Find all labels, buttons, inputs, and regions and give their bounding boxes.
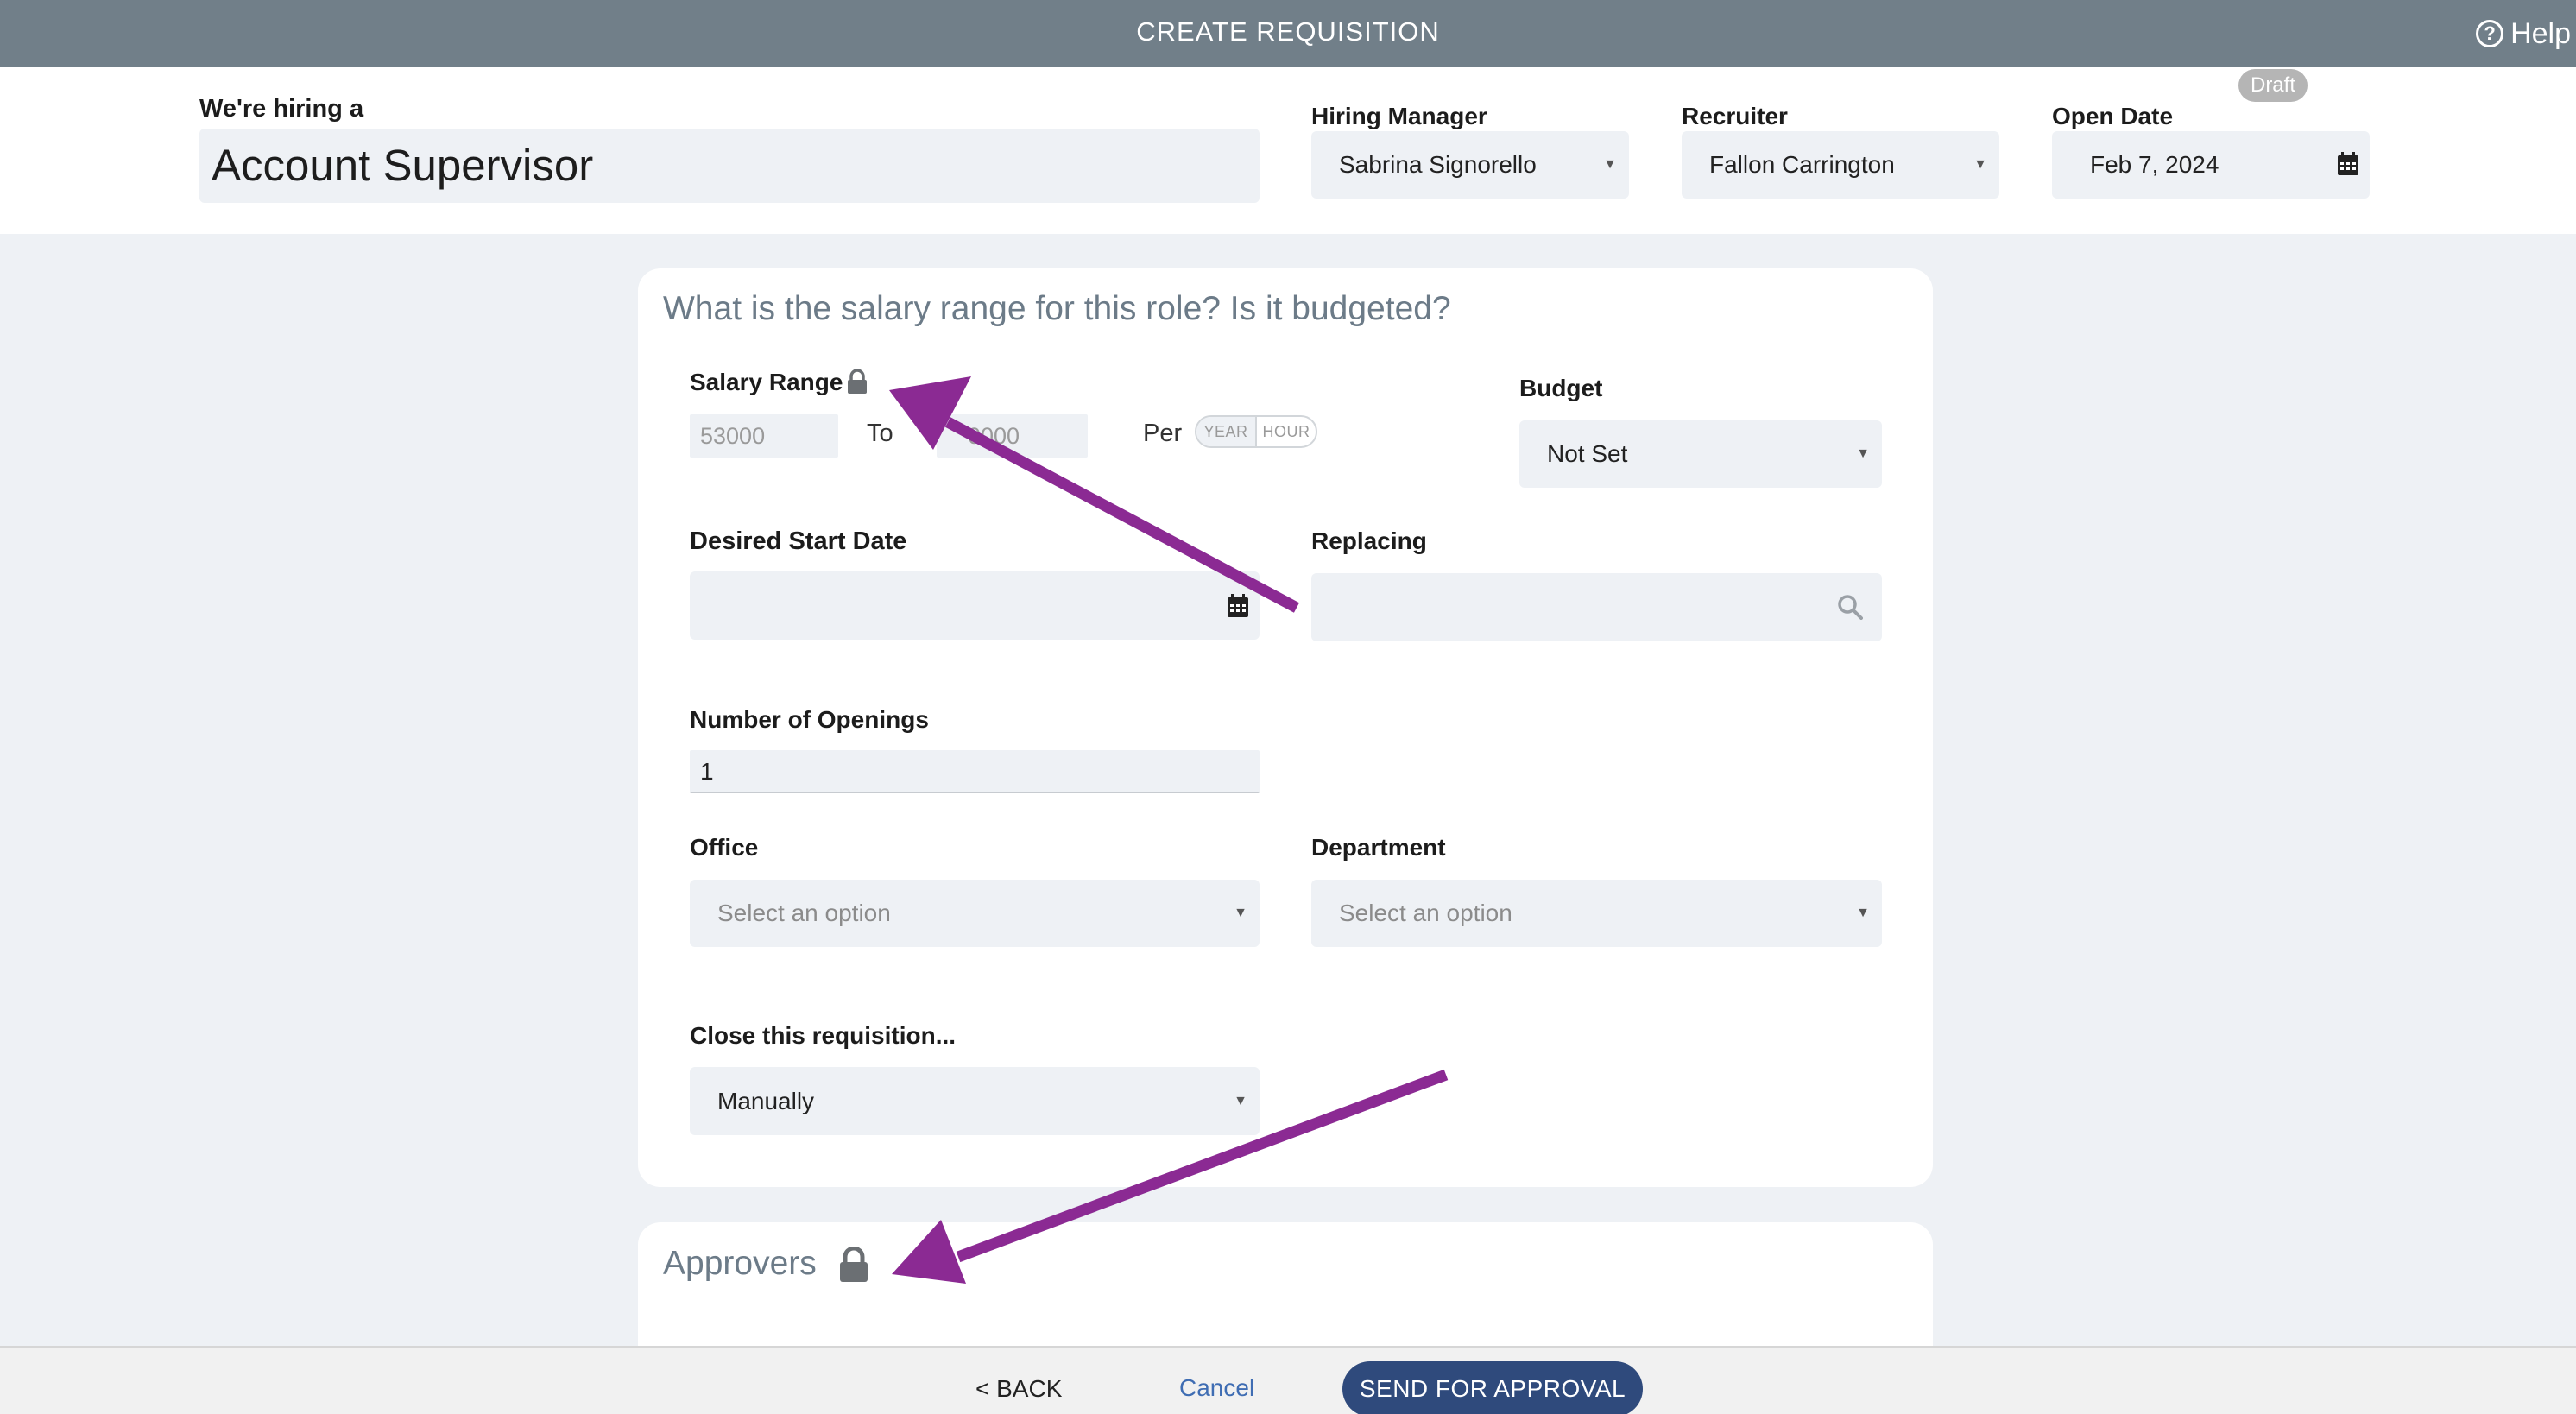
- replacing-search-input[interactable]: [1311, 573, 1882, 641]
- desired-start-date-input[interactable]: [690, 571, 1260, 640]
- office-label: Office: [690, 834, 759, 861]
- open-date-value: Feb 7, 2024: [2090, 151, 2219, 178]
- search-icon[interactable]: [1837, 594, 1863, 620]
- open-date-label: Open Date: [2052, 103, 2174, 129]
- recruiter-label: Recruiter: [1682, 103, 1788, 129]
- replacing-label: Replacing: [1311, 527, 1427, 554]
- bottom-action-bar: [0, 1346, 2576, 1414]
- period-toggle[interactable]: YEAR HOUR: [1195, 415, 1317, 448]
- lock-icon: [846, 369, 868, 395]
- chevron-down-icon: ▼: [1234, 1094, 1247, 1108]
- salary-from-input[interactable]: 53000: [690, 414, 838, 458]
- back-button[interactable]: < BACK: [975, 1375, 1062, 1403]
- close-requisition-value: Manually: [717, 1088, 815, 1114]
- budget-value: Not Set: [1547, 440, 1628, 467]
- top-bar: CREATE REQUISITION ? Help: [0, 0, 2576, 67]
- period-option-hour[interactable]: HOUR: [1257, 417, 1316, 446]
- openings-value: 1: [700, 758, 714, 785]
- salary-to-value: 0000: [968, 423, 1020, 449]
- help-label: Help: [2510, 16, 2571, 50]
- job-title-input[interactable]: Account Supervisor: [199, 129, 1260, 203]
- close-requisition-label: Close this requisition...: [690, 1022, 957, 1049]
- salary-question: What is the salary range for this role? …: [663, 290, 1451, 327]
- page-title: CREATE REQUISITION: [1136, 16, 1440, 47]
- open-date-input[interactable]: Feb 7, 2024: [2052, 131, 2370, 199]
- chevron-down-icon: ▼: [1973, 157, 1987, 172]
- send-for-approval-button[interactable]: SEND FOR APPROVAL: [1342, 1361, 1643, 1414]
- department-select[interactable]: Select an option ▼: [1311, 880, 1882, 947]
- cancel-link[interactable]: Cancel: [1179, 1374, 1254, 1402]
- close-requisition-select[interactable]: Manually ▼: [690, 1067, 1260, 1135]
- openings-input[interactable]: 1: [690, 750, 1260, 793]
- department-label: Department: [1311, 834, 1446, 861]
- chevron-down-icon: ▼: [1234, 906, 1247, 920]
- to-label: To: [867, 420, 893, 447]
- salary-range-label: Salary Range: [690, 369, 843, 395]
- budget-label: Budget: [1519, 375, 1603, 401]
- chevron-down-icon: ▼: [1856, 446, 1870, 461]
- help-link[interactable]: ? Help: [2476, 0, 2576, 67]
- desired-start-date-label: Desired Start Date: [690, 527, 907, 555]
- calendar-icon[interactable]: [2337, 152, 2359, 176]
- office-placeholder: Select an option: [717, 900, 891, 926]
- budget-select[interactable]: Not Set ▼: [1519, 420, 1882, 488]
- help-circle-icon: ?: [2476, 20, 2504, 47]
- recruiter-value: Fallon Carrington: [1709, 151, 1895, 178]
- per-label: Per: [1143, 420, 1183, 447]
- calendar-icon[interactable]: [1227, 594, 1249, 618]
- recruiter-select[interactable]: Fallon Carrington ▼: [1682, 131, 1999, 199]
- chevron-down-icon: ▼: [1603, 157, 1617, 172]
- chevron-down-icon: ▼: [1856, 906, 1870, 920]
- hiring-manager-select[interactable]: Sabrina Signorello ▼: [1311, 131, 1629, 199]
- lock-icon: [838, 1247, 869, 1283]
- salary-from-value: 53000: [700, 423, 766, 449]
- period-option-year[interactable]: YEAR: [1196, 417, 1257, 446]
- status-badge: Draft: [2238, 69, 2308, 102]
- hiring-manager-label: Hiring Manager: [1311, 103, 1487, 129]
- approvers-title: Approvers: [663, 1245, 817, 1282]
- hiring-manager-value: Sabrina Signorello: [1339, 151, 1537, 178]
- hiring-label: We're hiring a: [199, 95, 364, 123]
- openings-label: Number of Openings: [690, 706, 929, 733]
- salary-to-input[interactable]: 0000: [937, 414, 1088, 458]
- department-placeholder: Select an option: [1339, 900, 1512, 926]
- office-select[interactable]: Select an option ▼: [690, 880, 1260, 947]
- job-title-value: Account Supervisor: [212, 141, 594, 190]
